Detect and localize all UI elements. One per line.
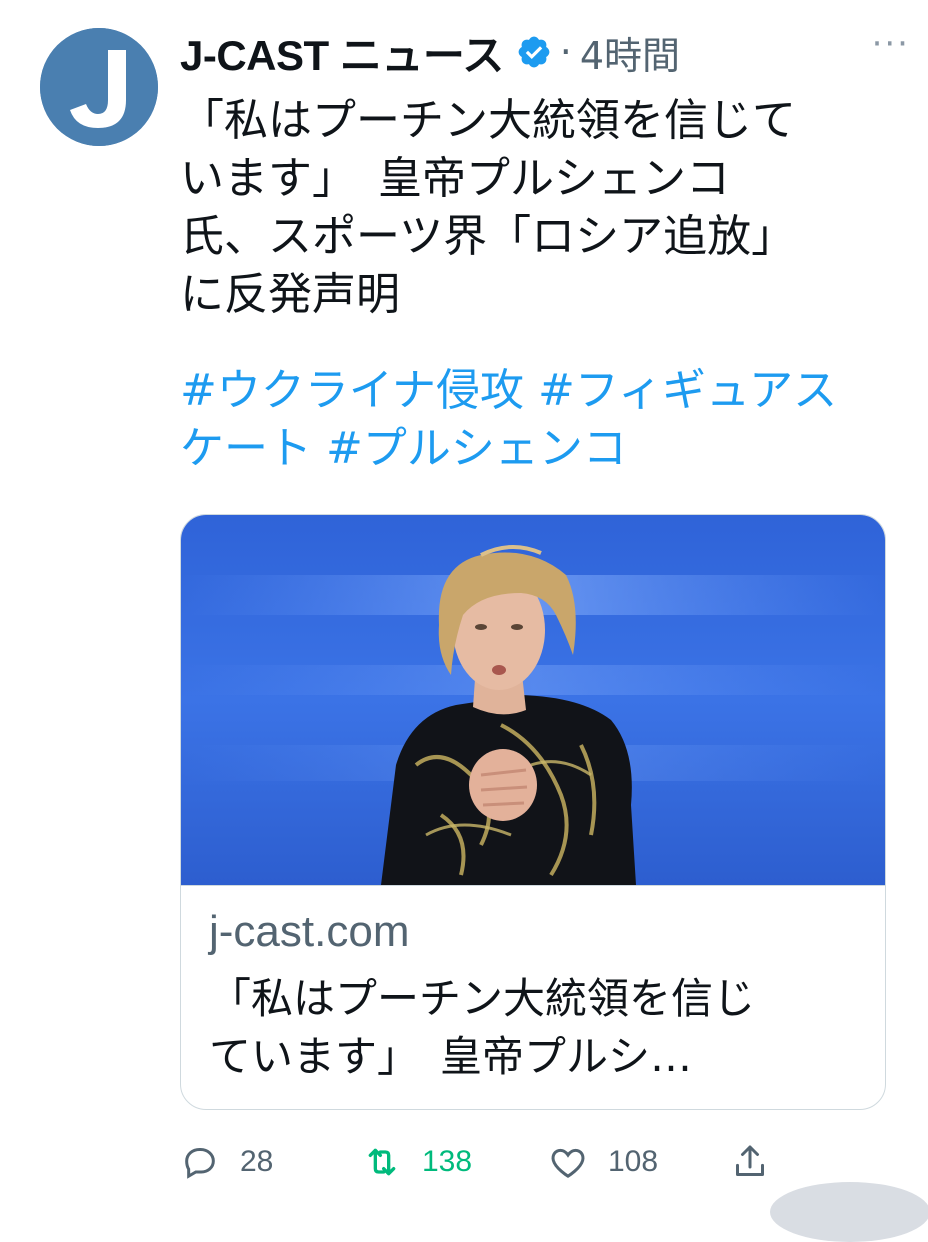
- reply-count: 28: [240, 1145, 274, 1178]
- tweet-actions: 28 138 108: [180, 1138, 900, 1186]
- j-cast-logo: [40, 28, 158, 146]
- card-image[interactable]: [181, 515, 885, 886]
- floating-compose-button-edge[interactable]: [770, 1182, 928, 1242]
- author-name[interactable]: J-CAST ニュース: [180, 22, 504, 83]
- avatar[interactable]: [40, 28, 158, 146]
- retweet-button[interactable]: 138: [362, 1138, 472, 1186]
- share-button[interactable]: [730, 1138, 770, 1186]
- retweet-icon: [368, 1148, 396, 1176]
- verified-icon: [518, 36, 550, 68]
- reply-button[interactable]: 28: [180, 1138, 273, 1186]
- like-count: 108: [608, 1145, 659, 1178]
- tweet-header: J-CAST ニュース · 4時間 ···: [180, 22, 910, 82]
- time-separator: ·: [559, 30, 572, 74]
- reply-icon: [185, 1148, 215, 1179]
- like-button[interactable]: 108: [548, 1138, 658, 1186]
- like-icon: [551, 1148, 585, 1178]
- hashtag-link[interactable]: #プルシェンコ: [326, 423, 627, 474]
- card-domain: j-cast.com: [209, 907, 410, 956]
- tweet-time[interactable]: 4時間: [580, 25, 680, 80]
- tweet-text: 「私はプーチン大統領を信じて います」 皇帝プルシェンコ 氏、スポーツ界「ロシア…: [180, 95, 796, 320]
- retweet-count: 138: [422, 1145, 473, 1178]
- hashtag-link[interactable]: #ウクライナ侵攻: [180, 365, 524, 416]
- share-icon: [736, 1145, 764, 1176]
- card-title: 「私はプーチン大統領を信じ ています」 皇帝プルシ…: [209, 974, 756, 1081]
- link-card[interactable]: j-cast.com 「私はプーチン大統領を信じ ています」 皇帝プルシ…: [180, 514, 886, 1110]
- more-icon[interactable]: ···: [872, 24, 910, 64]
- skater-photo: [181, 515, 885, 885]
- hashtags: #ウクライナ侵攻 #フィギュアス ケート #プルシェンコ: [180, 362, 900, 478]
